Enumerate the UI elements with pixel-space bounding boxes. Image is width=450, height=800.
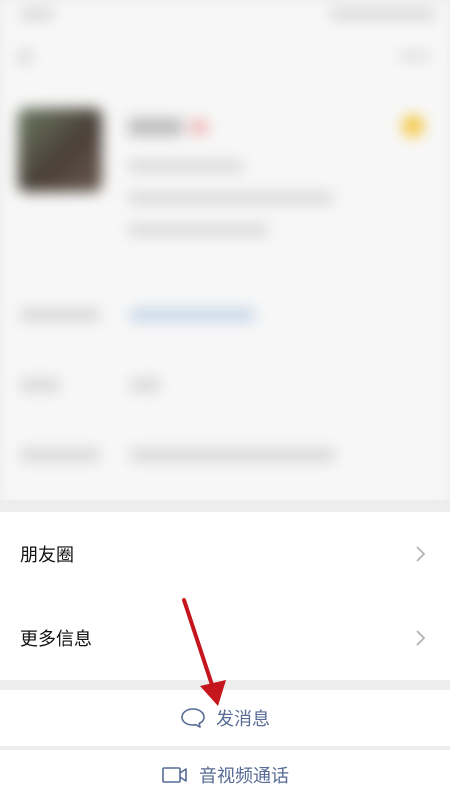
field-value-1: [130, 308, 255, 322]
send-message-button[interactable]: 发消息: [0, 690, 450, 746]
menu-item-more-info[interactable]: 更多信息: [0, 596, 450, 680]
field-value-2: [130, 378, 160, 392]
send-message-label: 发消息: [216, 709, 270, 730]
chevron-right-icon: [416, 630, 426, 646]
blurred-profile-area: [0, 0, 450, 505]
menu-item-moments[interactable]: 朋友圈: [0, 512, 450, 596]
avatar: [18, 108, 102, 192]
field-label-3: [20, 448, 100, 462]
section-gap: [0, 680, 450, 690]
chat-bubble-icon: [180, 707, 206, 729]
status-time: [20, 8, 54, 20]
moments-label: 朋友圈: [20, 545, 74, 566]
profile-detail-2: [128, 192, 333, 204]
profile-name: [128, 118, 183, 136]
more-info-label: 更多信息: [20, 629, 92, 650]
profile-detail-1: [128, 160, 243, 172]
gender-icon: [190, 120, 208, 134]
field-label-2: [20, 378, 60, 392]
more-icon: [400, 52, 430, 60]
profile-detail-3: [128, 224, 268, 236]
status-indicators: [330, 8, 435, 20]
chevron-right-icon: [416, 546, 426, 562]
av-call-label: 音视频通话: [199, 766, 289, 787]
av-call-button[interactable]: 音视频通话: [0, 750, 450, 800]
field-value-3: [130, 448, 335, 462]
star-icon: [402, 115, 424, 137]
field-label-1: [20, 308, 100, 322]
video-camera-icon: [161, 765, 189, 785]
back-icon: [18, 50, 32, 64]
